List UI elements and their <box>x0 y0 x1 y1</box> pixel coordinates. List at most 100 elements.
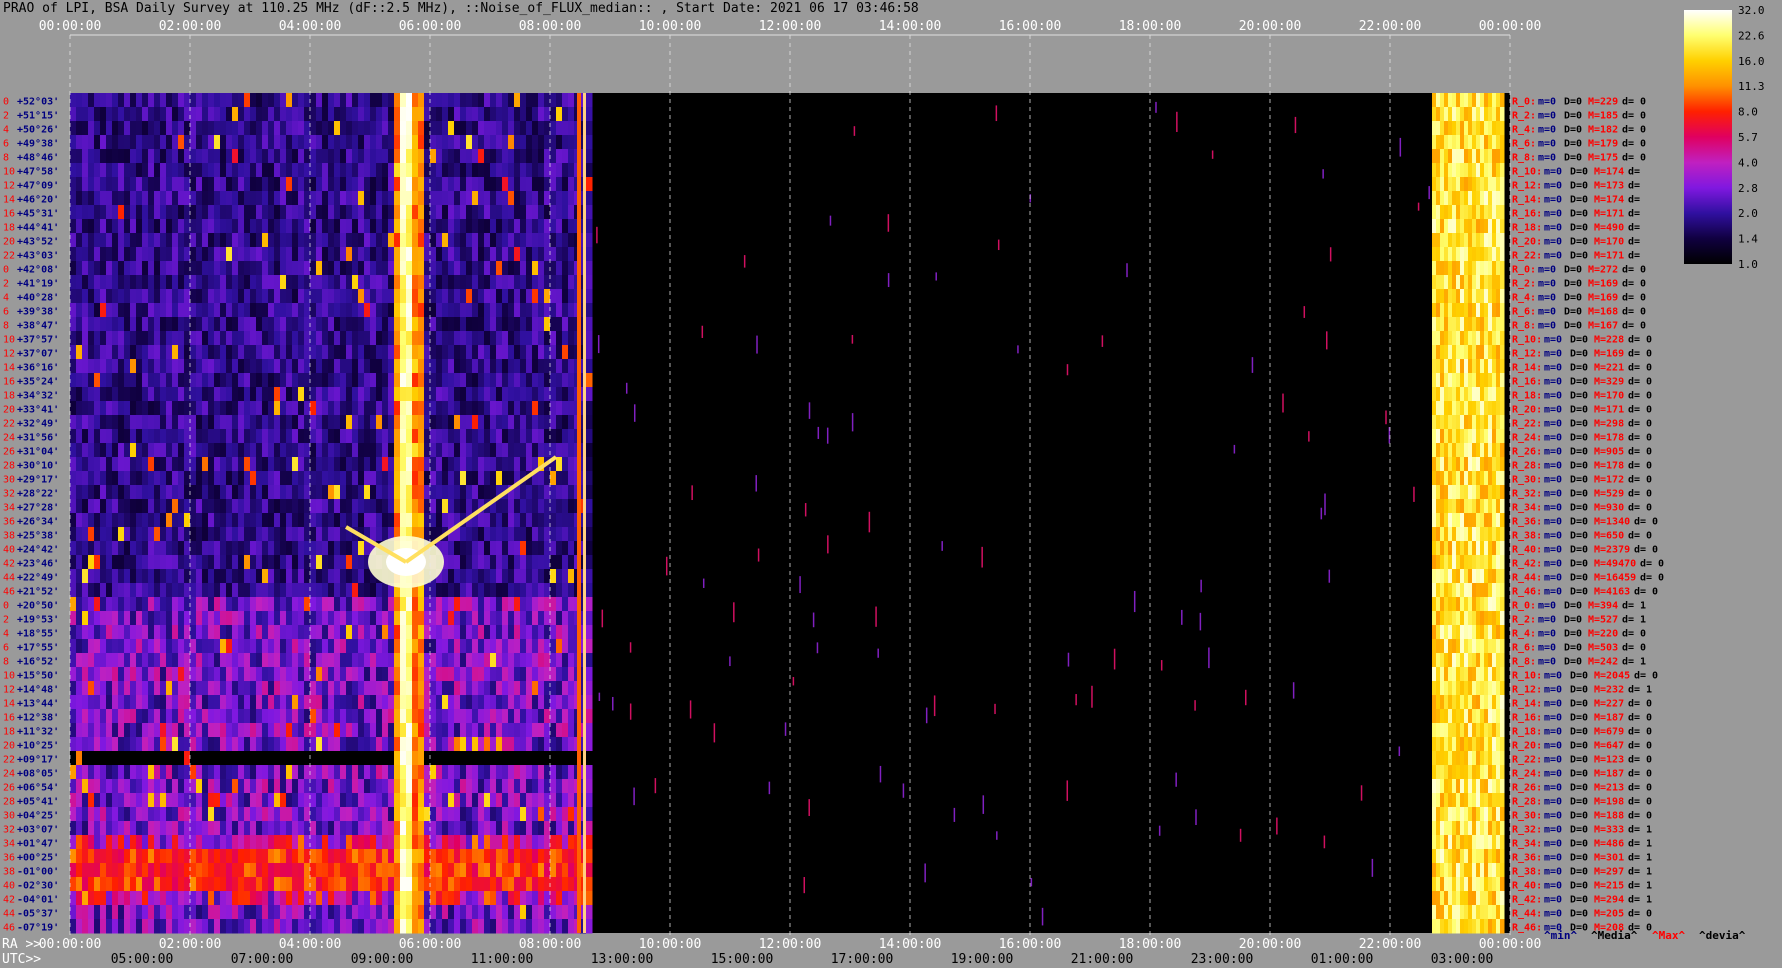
heatmap-cell <box>286 303 293 318</box>
heatmap-cell <box>112 653 119 668</box>
heatmap-cell <box>376 625 383 640</box>
heatmap-cell <box>508 261 515 276</box>
heatmap-cell <box>292 415 299 430</box>
heatmap-cell <box>154 401 161 416</box>
heatmap-cell <box>436 373 443 388</box>
heatmap-cell <box>490 429 497 444</box>
heatmap-cell <box>454 709 461 724</box>
heatmap-cell <box>328 807 335 822</box>
heatmap-cell <box>220 219 227 234</box>
heatmap-cell <box>358 569 365 584</box>
heatmap-cell <box>454 835 461 850</box>
heatmap-cell <box>178 541 185 556</box>
heatmap-cell <box>340 667 347 682</box>
heatmap-cell <box>340 583 347 598</box>
heatmap-cell <box>244 107 251 122</box>
heatmap-cell <box>448 121 455 136</box>
heatmap-cell <box>202 261 209 276</box>
heatmap-cell <box>76 191 83 206</box>
heatmap-cell <box>160 317 167 332</box>
heatmap-cell <box>136 737 143 752</box>
heatmap-cell <box>256 289 263 304</box>
heatmap-cell <box>208 863 215 878</box>
heatmap-cell <box>502 359 509 374</box>
heatmap-cell <box>256 709 263 724</box>
heatmap-cell <box>502 541 509 556</box>
heatmap-cell <box>538 289 545 304</box>
heatmap-cell <box>466 443 473 458</box>
heatmap-cell <box>214 695 221 710</box>
heatmap-cell <box>202 429 209 444</box>
heatmap-cell <box>310 443 317 458</box>
heatmap-cell <box>358 765 365 780</box>
heatmap-cell <box>352 499 359 514</box>
heatmap-cell <box>154 93 161 108</box>
heatmap-cell <box>526 415 533 430</box>
heatmap-cell <box>346 863 353 878</box>
heatmap-cell <box>106 163 113 178</box>
heatmap-cell <box>412 681 419 696</box>
heatmap-cell <box>226 625 233 640</box>
heatmap-cell <box>226 471 233 486</box>
heatmap-cell <box>154 569 161 584</box>
heatmap-cell <box>508 681 515 696</box>
heatmap-cell <box>532 779 539 794</box>
heatmap-cell <box>118 835 125 850</box>
heatmap-cell <box>502 443 509 458</box>
heatmap-cell <box>70 821 77 836</box>
heatmap-cell <box>478 359 485 374</box>
heatmap-cell <box>448 345 455 360</box>
heatmap-cell <box>550 723 557 738</box>
heatmap-cell <box>136 807 143 822</box>
heatmap-cell <box>322 765 329 780</box>
heatmap-cell <box>88 653 95 668</box>
heatmap-cell <box>280 331 287 346</box>
heatmap-cell <box>322 247 329 262</box>
heatmap-cell <box>352 779 359 794</box>
heatmap-cell <box>142 597 149 612</box>
heatmap-cell <box>166 233 173 248</box>
heatmap-cell <box>160 289 167 304</box>
heatmap-cell <box>88 583 95 598</box>
heatmap-cell <box>250 303 257 318</box>
heatmap-cell <box>196 485 203 500</box>
heatmap-cell <box>244 149 251 164</box>
heatmap-cell <box>406 387 413 402</box>
heatmap-cell <box>430 653 437 668</box>
heatmap-cell <box>262 289 269 304</box>
heatmap-cell <box>154 443 161 458</box>
heatmap-cell <box>292 471 299 486</box>
heatmap-cell <box>106 835 113 850</box>
heatmap-cell <box>190 737 197 752</box>
heatmap-cell <box>472 709 479 724</box>
heatmap-cell <box>106 191 113 206</box>
heatmap-cell <box>88 219 95 234</box>
heatmap-cell <box>448 359 455 374</box>
heatmap-cell <box>472 877 479 892</box>
heatmap-cell <box>292 149 299 164</box>
heatmap-cell <box>400 639 407 654</box>
heatmap-cell <box>286 793 293 808</box>
heatmap-cell <box>436 163 443 178</box>
heatmap-cell <box>460 765 467 780</box>
heatmap-cell <box>328 709 335 724</box>
heatmap-cell <box>94 625 101 640</box>
heatmap-cell <box>106 793 113 808</box>
heatmap-cell <box>520 793 527 808</box>
heatmap-cell <box>454 765 461 780</box>
heatmap-cell <box>478 723 485 738</box>
heatmap-cell <box>208 821 215 836</box>
heatmap-cell <box>352 737 359 752</box>
heatmap-cell <box>508 107 515 122</box>
heatmap-cell <box>454 191 461 206</box>
heatmap-cell <box>502 93 509 108</box>
heatmap-cell <box>70 793 77 808</box>
heatmap-cell <box>274 233 281 248</box>
heatmap-cell <box>532 597 539 612</box>
heatmap-cell <box>484 639 491 654</box>
heatmap-cell <box>256 751 263 766</box>
heatmap-cell <box>148 499 155 514</box>
heatmap-cell <box>472 821 479 836</box>
heatmap-cell <box>268 597 275 612</box>
heatmap-cell <box>418 639 425 654</box>
